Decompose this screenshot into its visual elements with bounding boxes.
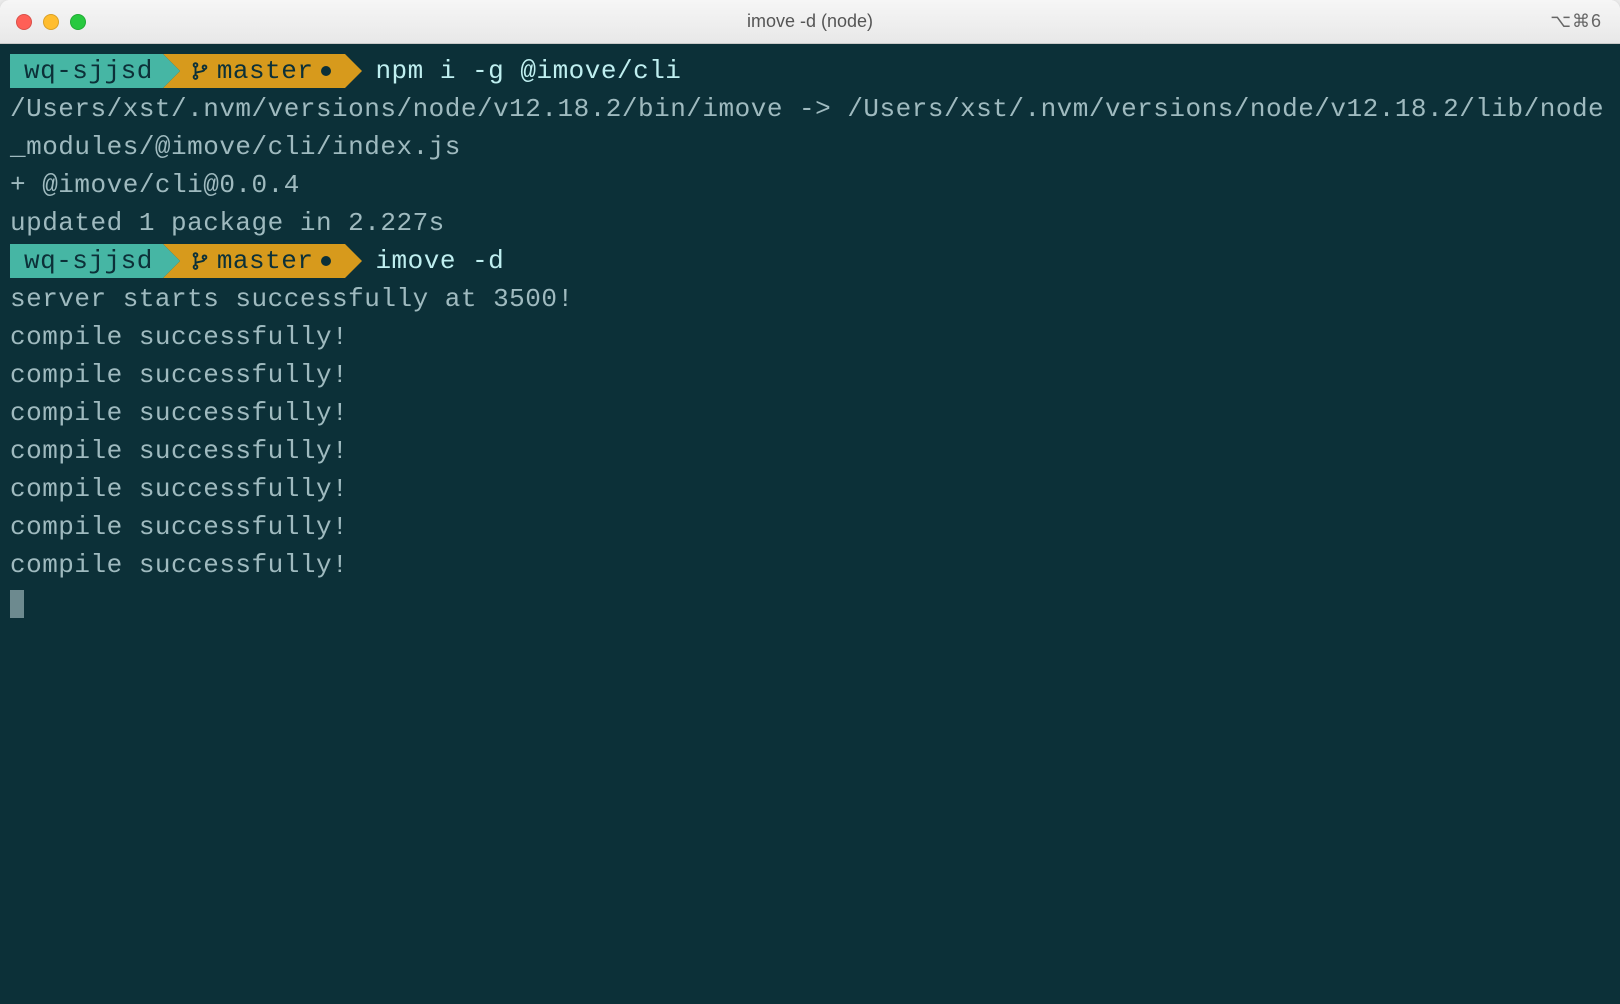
traffic-lights [0,14,86,30]
prompt-directory: wq-sjjsd [10,54,163,88]
prompt-branch: master [163,54,346,88]
output-line: + @imove/cli@0.0.4 [10,166,1610,204]
prompt-row: wq-sjjsd master npm i -g @imove/cli [10,52,1610,90]
output-line: compile successfully! [10,508,1610,546]
terminal-viewport[interactable]: wq-sjjsd master npm i -g @imove/cli/Users… [0,44,1620,1004]
fullscreen-icon[interactable] [70,14,86,30]
output-line: compile successfully! [10,546,1610,584]
cursor [10,590,24,618]
output-line: compile successfully! [10,470,1610,508]
prompt-branch: master [163,244,346,278]
output-line: compile successfully! [10,356,1610,394]
tab-shortcut-hint: ⌥⌘6 [1550,11,1620,32]
prompt-directory-label: wq-sjjsd [24,242,153,280]
prompt-directory-label: wq-sjjsd [24,52,153,90]
terminal-window: imove -d (node) ⌥⌘6 wq-sjjsd master npm i… [0,0,1620,1004]
output-line: compile successfully! [10,318,1610,356]
dirty-indicator-icon [321,66,331,76]
window-title: imove -d (node) [0,11,1620,32]
git-branch-icon [191,62,209,80]
titlebar[interactable]: imove -d (node) ⌥⌘6 [0,0,1620,44]
prompt-row: wq-sjjsd master imove -d [10,242,1610,280]
close-icon[interactable] [16,14,32,30]
dirty-indicator-icon [321,256,331,266]
prompt-branch-label: master [217,52,314,90]
output-line: compile successfully! [10,394,1610,432]
output-line: server starts successfully at 3500! [10,280,1610,318]
output-line: compile successfully! [10,432,1610,470]
command-text: npm i -g @imove/cli [375,56,681,86]
output-line: updated 1 package in 2.227s [10,204,1610,242]
git-branch-icon [191,252,209,270]
prompt-directory: wq-sjjsd [10,244,163,278]
prompt-branch-label: master [217,242,314,280]
command-text: imove -d [375,246,504,276]
output-line: /Users/xst/.nvm/versions/node/v12.18.2/b… [10,90,1610,166]
minimize-icon[interactable] [43,14,59,30]
